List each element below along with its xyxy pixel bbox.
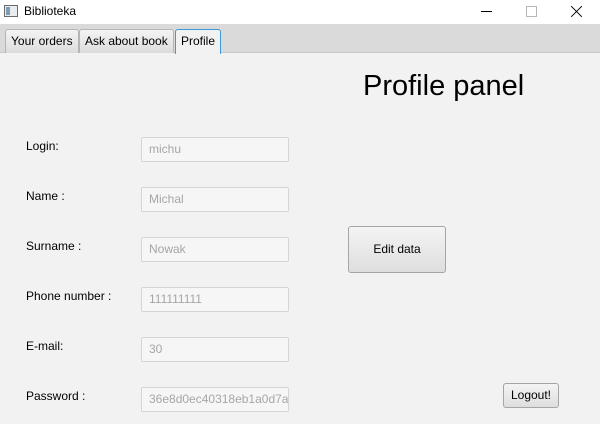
page-title: Profile panel [363,70,525,102]
surname-label: Surname : [26,239,82,253]
login-field[interactable]: michu [141,137,289,162]
email-field[interactable]: 30 [141,337,289,362]
login-label: Login: [26,139,59,153]
name-label: Name : [26,189,65,203]
minimize-icon[interactable] [464,0,510,24]
password-label: Password : [26,389,86,403]
name-field[interactable]: Michal [141,187,289,212]
edit-data-button[interactable]: Edit data [348,226,446,273]
close-icon[interactable] [554,0,600,24]
title-bar: Biblioteka [0,0,600,24]
logout-button[interactable]: Logout! [503,383,559,408]
phone-label: Phone number : [26,289,112,303]
tab-bar: Your orders Ask about book Profile [0,24,600,54]
tab-profile[interactable]: Profile [175,29,222,54]
tab-your-orders[interactable]: Your orders [5,29,79,53]
app-window-icon [4,5,18,17]
window-title: Biblioteka [24,4,77,18]
surname-field[interactable]: Nowak [141,237,289,262]
maximize-icon[interactable] [508,0,554,24]
password-field[interactable]: 36e8d0ec40318eb1a0d7a [141,387,289,412]
phone-field[interactable]: 111111111 [141,287,289,312]
email-label: E-mail: [26,339,64,353]
tab-ask-about-book[interactable]: Ask about book [79,29,174,53]
